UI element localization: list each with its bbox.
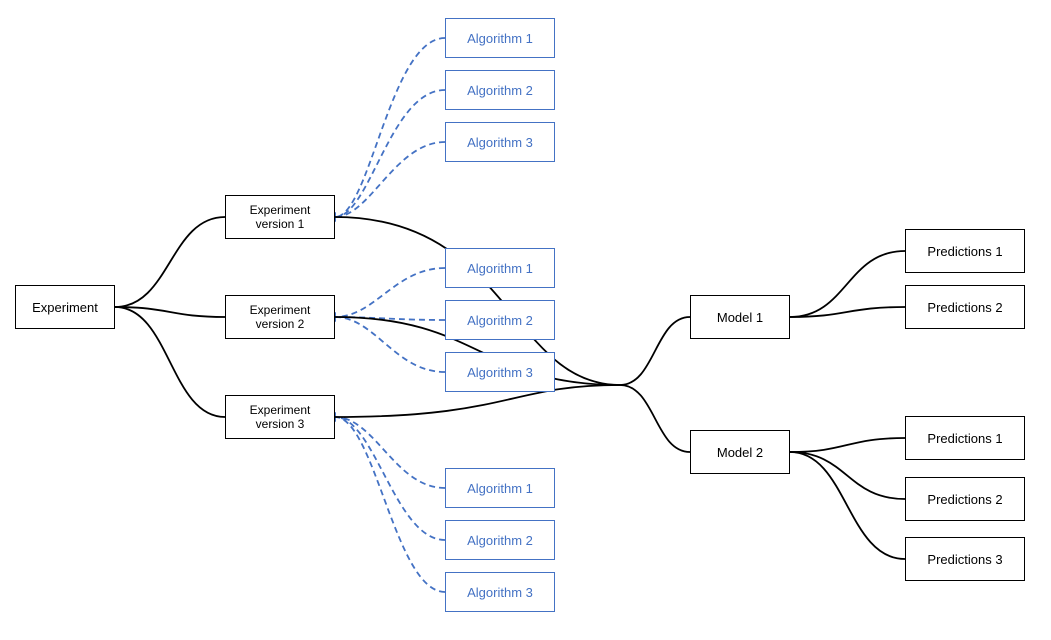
pred2-top-node: Predictions 2 xyxy=(905,285,1025,329)
alg1-mid-node: Algorithm 1 xyxy=(445,248,555,288)
alg3-top-node: Algorithm 3 xyxy=(445,122,555,162)
exp-v3-node: Experimentversion 3 xyxy=(225,395,335,439)
alg3-mid-node: Algorithm 3 xyxy=(445,352,555,392)
alg2-top-node: Algorithm 2 xyxy=(445,70,555,110)
pred1-top-node: Predictions 1 xyxy=(905,229,1025,273)
alg2-bot-node: Algorithm 2 xyxy=(445,520,555,560)
model1-node: Model 1 xyxy=(690,295,790,339)
pred1-bot-node: Predictions 1 xyxy=(905,416,1025,460)
alg1-top-node: Algorithm 1 xyxy=(445,18,555,58)
pred2-bot-node: Predictions 2 xyxy=(905,477,1025,521)
model2-node: Model 2 xyxy=(690,430,790,474)
exp-v1-node: Experimentversion 1 xyxy=(225,195,335,239)
alg3-bot-node: Algorithm 3 xyxy=(445,572,555,612)
experiment-node: Experiment xyxy=(15,285,115,329)
alg1-bot-node: Algorithm 1 xyxy=(445,468,555,508)
alg2-mid-node: Algorithm 2 xyxy=(445,300,555,340)
exp-v2-node: Experimentversion 2 xyxy=(225,295,335,339)
pred3-bot-node: Predictions 3 xyxy=(905,537,1025,581)
